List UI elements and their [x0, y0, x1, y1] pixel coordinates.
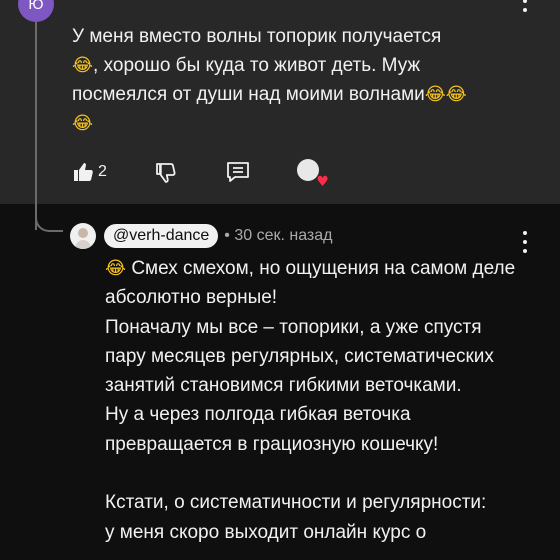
reply-paragraph-gap — [105, 459, 525, 488]
reply-paragraph: Ну а через полгода гибкая веточка превра… — [105, 404, 439, 455]
creator-heart-icon: ♥ — [296, 159, 329, 189]
joy-emoji-icon: 😂😂 — [424, 84, 467, 105]
thread-connector-line — [35, 22, 37, 230]
author-handle-chip[interactable]: @verh-dance — [104, 224, 219, 248]
comment-line: 😂 — [72, 109, 492, 138]
heart-icon: ♥ — [316, 174, 329, 190]
thumbs-down-icon[interactable] — [153, 159, 179, 185]
reply-icon[interactable] — [225, 159, 251, 185]
comment-actions: 2 ♥ — [70, 158, 329, 189]
joy-emoji-icon: 😂 — [72, 55, 94, 76]
comment-line-text: , хорошо бы куда то живот деть. Муж — [93, 55, 421, 76]
thread-connector-curve — [35, 200, 63, 232]
comment-line-text: У меня вместо волны топорик получается — [72, 26, 442, 47]
reply-body: 😂 Смех смехом, но ощущения на самом деле… — [105, 254, 525, 547]
more-options-button[interactable] — [522, 0, 528, 12]
like-count: 2 — [98, 163, 107, 180]
comment-body: У меня вместо волны топорик получается 😂… — [72, 22, 492, 138]
reply-clipped-line: у меня скоро выходит онлайн курс о — [105, 521, 427, 543]
reply-paragraph: Кстати, о систематичности и регулярности… — [105, 492, 487, 514]
reply-more-options-button[interactable] — [522, 231, 528, 253]
reply-author-avatar[interactable] — [70, 223, 96, 249]
comment-line-text: посмеялся от души над моими волнами — [72, 84, 425, 105]
joy-emoji-icon: 😂 — [105, 258, 127, 279]
comment-line: 😂, хорошо бы куда то живот деть. Муж — [72, 51, 492, 80]
reply-timestamp: • 30 сек. назад — [224, 227, 333, 244]
avatar-letter: Ю — [28, 0, 44, 13]
thumbs-up-icon[interactable] — [70, 159, 96, 185]
reply-header: @verh-dance • 30 сек. назад — [104, 223, 333, 249]
reply-paragraph: Поначалу мы все – топорики, а уже спустя… — [105, 316, 494, 397]
comment-line: У меня вместо волны топорик получается — [72, 22, 492, 51]
joy-emoji-icon: 😂 — [72, 113, 94, 134]
reply-paragraph: 😂 Смех смехом, но ощущения на самом деле… — [105, 254, 525, 313]
reply-paragraph-text: Смех смехом, но ощущения на самом деле а… — [105, 258, 516, 309]
comment-line: посмеялся от души над моими волнами😂😂 — [72, 80, 492, 109]
